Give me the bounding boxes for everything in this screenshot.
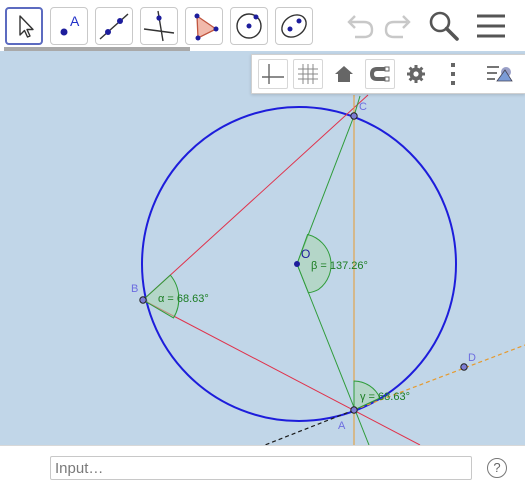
search-button[interactable]: [427, 9, 461, 43]
point-icon: A: [60, 13, 80, 36]
line-icon: [99, 13, 129, 40]
point-o[interactable]: [294, 261, 300, 267]
style-bar-toggle-icon: [487, 66, 513, 82]
redo-icon: [384, 15, 411, 39]
main-menu-button[interactable]: [474, 9, 508, 43]
polygon-tool-button[interactable]: [185, 7, 223, 45]
more-options-button[interactable]: [438, 59, 468, 89]
circle-center-point-icon: [236, 13, 262, 39]
algebra-input-bar: ?: [0, 445, 525, 490]
home-icon: [335, 66, 353, 82]
axes-toggle-icon: [262, 64, 284, 84]
point-capturing-button[interactable]: [365, 59, 395, 89]
point-d[interactable]: [460, 363, 468, 371]
polygon-icon: [194, 13, 219, 41]
toolbar: A: [0, 0, 525, 51]
perpendicular-line-icon: [143, 10, 175, 42]
move-arrow-icon: [19, 15, 34, 38]
standard-view-button[interactable]: [329, 59, 359, 89]
angle-gamma-label: γ = 68.63°: [360, 391, 410, 403]
point-c-label: C: [359, 101, 367, 113]
angle-alpha-label: α = 68.63°: [158, 293, 209, 305]
point-tool-glyph: A: [70, 13, 80, 29]
undo-icon: [347, 15, 374, 39]
more-vertical-icon: [451, 63, 455, 85]
menu-icon: [477, 14, 505, 38]
line-tool-button[interactable]: [95, 7, 133, 45]
perpendicular-line-tool-button[interactable]: [140, 7, 178, 45]
grid-toggle-button[interactable]: [293, 59, 323, 89]
conic-tool-button[interactable]: [275, 7, 313, 45]
point-b[interactable]: [139, 296, 147, 304]
point-tool-button[interactable]: A: [50, 7, 88, 45]
undo-button[interactable]: [343, 9, 377, 43]
magnet-icon: [370, 66, 390, 82]
grid-toggle-icon: [298, 64, 318, 84]
circle-tool-button[interactable]: [230, 7, 268, 45]
redo-button[interactable]: [381, 9, 415, 43]
axes-toggle-button[interactable]: [258, 59, 288, 89]
angle-beta-label: β = 137.26°: [311, 260, 368, 272]
gear-icon: [407, 65, 425, 83]
point-a[interactable]: [350, 406, 358, 414]
move-tool-button[interactable]: [5, 7, 43, 45]
graphics-style-bar: [251, 54, 525, 94]
point-a-label: A: [338, 420, 346, 432]
point-o-label: O: [301, 247, 310, 261]
search-icon: [429, 11, 459, 41]
point-d-label: D: [468, 352, 476, 364]
style-bar-toggle-button[interactable]: [484, 59, 514, 89]
algebra-input-field[interactable]: [50, 456, 472, 480]
point-c[interactable]: [350, 112, 358, 120]
graphics-settings-button[interactable]: [401, 59, 431, 89]
graphics-view[interactable]: α = 68.63° β = 137.26° γ = 68.63° O B C …: [0, 51, 525, 445]
point-b-label: B: [131, 283, 138, 295]
conic-icon: [281, 14, 307, 38]
input-help-button[interactable]: ?: [487, 458, 507, 478]
construction-canvas[interactable]: α = 68.63° β = 137.26° γ = 68.63° O B C …: [0, 51, 525, 445]
